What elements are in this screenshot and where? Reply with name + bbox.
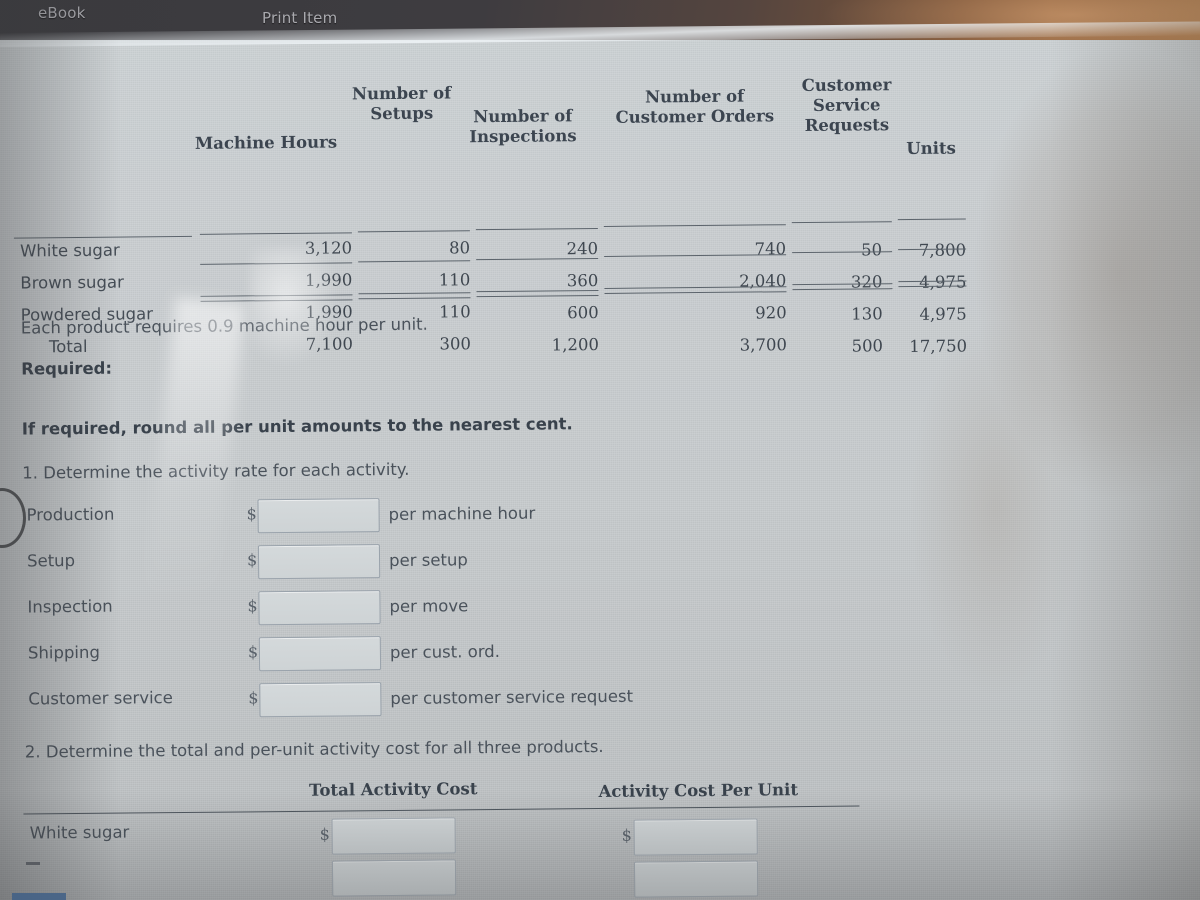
cost-table-row-partial [3, 768, 1003, 898]
total-doublerule-setups [358, 292, 471, 300]
activity-rate-input[interactable] [258, 590, 381, 626]
activity-rate-unit: per move [389, 596, 469, 617]
table-header-row: Machine Hours Number of Setups Number of… [12, 67, 966, 239]
total-customer-orders: 3,700 [739, 335, 788, 355]
column-header-activity-cost-per-unit: Activity Cost Per Unit [598, 780, 799, 802]
cost-row-label: White sugar [29, 822, 130, 843]
activity-rate-label: Shipping [27, 642, 100, 663]
question-1: 1. Determine the activity rate for each … [22, 459, 410, 483]
column-header-machine-hours: Machine Hours [194, 132, 338, 153]
worksheet-content: Machine Hours Number of Setups Number of… [0, 0, 1200, 900]
column-header-customer-orders-line2: Customer Orders [615, 106, 775, 127]
cell-units: 7,800 [918, 240, 967, 260]
activity-rate-label: Setup [26, 551, 76, 571]
total-label: Total [48, 336, 88, 357]
activity-base-table: Machine Hours Number of Setups Number of… [12, 67, 967, 356]
total-setups: 300 [439, 334, 472, 354]
column-header-service-requests-line2: Service [812, 95, 881, 116]
cell-machine-hours: 1,990 [305, 270, 353, 290]
activity-rate-label: Production [26, 504, 115, 525]
header-rule-orders [603, 224, 786, 227]
currency-symbol: $ [246, 550, 258, 570]
total-doublerule-insp [476, 290, 599, 298]
activity-rate-input[interactable] [258, 636, 382, 672]
column-header-total-activity-cost: Total Activity Cost [309, 779, 478, 800]
currency-symbol: $ [621, 825, 632, 845]
column-header-customer-orders-line1: Number of [644, 86, 745, 107]
column-header-setups-line2: Setups [370, 103, 434, 124]
activity-rate-unit: per cust. ord. [389, 641, 501, 663]
activity-rate-input[interactable] [259, 682, 382, 718]
column-header-setups: Number of Setups [342, 83, 460, 124]
rounding-instruction: If required, round all per unit amounts … [21, 414, 573, 439]
cell-inspections: 600 [567, 303, 599, 323]
header-rule-insp [475, 228, 598, 231]
activity-rate-input[interactable] [257, 544, 381, 580]
cell-units: 4,975 [919, 304, 967, 324]
header-rule-requests [791, 221, 892, 224]
each-product-note: Each product requires 0.9 machine hour p… [20, 314, 428, 338]
photographed-screen: eBook Print Item Machine Hours Number of… [0, 0, 1200, 900]
total-inspections: 1,200 [551, 335, 600, 355]
total-activity-cost-input[interactable] [331, 859, 457, 897]
required-heading: Required: [21, 358, 113, 379]
cell-inspections: 360 [566, 271, 599, 291]
header-rule-machine [199, 232, 352, 235]
total-activity-cost-input[interactable] [331, 817, 456, 855]
cost-table-row: White sugar $ $ [3, 768, 1003, 856]
total-units: 17,750 [909, 336, 968, 357]
currency-symbol: $ [246, 504, 257, 524]
header-rule-units [897, 218, 966, 221]
cell-service-requests: 50 [861, 240, 883, 260]
column-header-units: Units [906, 138, 956, 159]
activity-cost-per-unit-input[interactable] [633, 860, 759, 898]
currency-symbol: $ [247, 642, 259, 662]
activity-rate-label: Customer service [28, 688, 173, 709]
column-header-inspections: Number of Inspections [453, 106, 593, 148]
column-header-inspections-line1: Number of [473, 106, 573, 127]
column-header-service-requests-line1: Customer [801, 75, 892, 96]
row-label: White sugar [19, 240, 120, 261]
currency-symbol: $ [248, 688, 259, 708]
cell-customer-orders: 740 [754, 239, 787, 259]
cell-inspections: 240 [566, 239, 599, 259]
column-header-service-requests-line3: Requests [804, 115, 890, 136]
cell-customer-orders: 920 [755, 303, 787, 323]
activity-rate-input[interactable] [257, 498, 380, 534]
activity-rate-list: Production $ per machine hour Setup $ pe… [0, 493, 902, 732]
activity-rate-label: Inspection [27, 596, 113, 617]
activity-rate-row: Customer service $ per customer service … [2, 677, 902, 732]
cell-service-requests: 130 [851, 304, 883, 324]
activity-cost-per-unit-input[interactable] [633, 818, 758, 856]
column-header-setups-line1: Number of [351, 83, 452, 104]
header-rule-name [13, 235, 192, 239]
total-doublerule-units [898, 280, 967, 288]
activity-cost-table: Total Activity Cost Activity Cost Per Un… [3, 768, 1003, 898]
cell-machine-hours: 3,120 [304, 238, 353, 258]
total-machine-hours: 7,100 [305, 334, 354, 354]
question-2: 2. Determine the total and per-unit acti… [24, 736, 604, 762]
total-service-requests: 500 [851, 336, 884, 356]
column-header-service-requests: Customer Service Requests [790, 75, 903, 136]
cost-table-header-rule [23, 805, 860, 815]
total-doublerule-requests [792, 283, 893, 291]
activity-rate-unit: per setup [388, 550, 468, 571]
cell-setups: 80 [448, 238, 471, 258]
cell-setups: 110 [438, 270, 471, 290]
column-header-customer-orders: Number of Customer Orders [595, 86, 795, 128]
row-label: Brown sugar [20, 272, 124, 293]
column-header-inspections-line2: Inspections [469, 126, 577, 147]
currency-symbol: $ [247, 596, 258, 616]
currency-symbol: $ [319, 824, 330, 844]
activity-rate-unit: per customer service request [390, 686, 634, 709]
header-rule-setups [357, 230, 470, 233]
activity-rate-unit: per machine hour [388, 503, 536, 525]
